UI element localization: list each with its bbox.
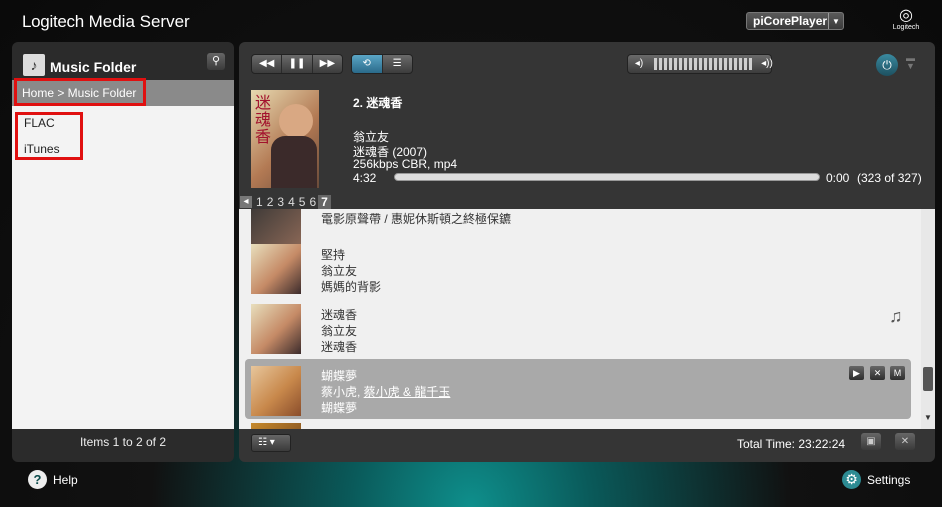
playlist-scrollbar[interactable]: ▼ (921, 209, 935, 429)
volume-down-icon[interactable]: ◂) (628, 55, 650, 73)
scroll-down-icon[interactable]: ▼ (924, 413, 932, 422)
shuffle-button[interactable]: ☰ (381, 55, 413, 73)
help-link[interactable]: ? Help (28, 470, 78, 489)
volume-bar[interactable] (650, 58, 756, 70)
view-mode-button[interactable]: ☷ ▾ (251, 434, 291, 452)
search-icon: ⚲ (211, 55, 221, 67)
table-row[interactable] (239, 421, 921, 429)
collapse-icon[interactable]: ▬ ▼ (906, 54, 915, 71)
table-row[interactable]: 堅持 翁立友 媽媽的背影 (239, 237, 921, 297)
page-2[interactable]: 2 (265, 195, 276, 209)
track-duration: 4:32 (353, 171, 377, 185)
fast-forward-button[interactable]: ▶▶ (311, 55, 342, 73)
clear-playlist-button[interactable]: ✕ (895, 433, 915, 450)
album-thumb (251, 366, 301, 416)
save-icon: ▣ (866, 436, 876, 447)
page-3[interactable]: 3 (275, 195, 286, 209)
panel-title: Music Folder (50, 59, 137, 75)
player-name: piCorePlayer (753, 14, 828, 28)
album-cover: 迷魂香 (251, 90, 319, 188)
logitech-logo: ◎ Logitech (886, 8, 926, 38)
elapsed-time: 0:00 (826, 171, 850, 185)
track-count: (323 of 327) (857, 171, 922, 185)
player-panel: ◀◀ ❚❚ ▶▶ ⟲ ☰ ◂) ◂)) ⏻ ▬ ▼ 迷魂香 2. 迷魂香 翁立友 … (239, 42, 935, 462)
total-time: Total Time: 23:22:24 (737, 437, 846, 451)
breadcrumb[interactable]: Home > Music Folder (12, 78, 234, 106)
track-title: 2. 迷魂香 (353, 96, 403, 110)
album-thumb (251, 244, 301, 294)
play-button[interactable]: ▶ (849, 366, 864, 380)
highlight-box (15, 112, 83, 160)
page-1[interactable]: 1 (254, 195, 265, 209)
power-icon: ⏻ (882, 58, 892, 72)
music-folder-icon: ♪ (23, 54, 45, 76)
item-count: Items 1 to 2 of 2 (79, 435, 167, 449)
pagination: ◂ 1 2 3 4 5 6 7 (239, 195, 331, 209)
volume-up-icon[interactable]: ◂)) (756, 55, 778, 73)
mode-controls: ⟲ ☰ (351, 54, 413, 74)
player-select[interactable]: piCorePlayer ▼ (746, 12, 844, 30)
remove-button[interactable]: ✕ (870, 366, 885, 380)
prev-page-icon[interactable]: ◂ (240, 196, 252, 208)
track-format: 256kbps CBR, mp4 (353, 157, 458, 171)
playlist-footer: ☷ ▾ Total Time: 23:22:24 ▣ ✕ (239, 429, 935, 462)
scrollbar-thumb[interactable] (923, 367, 933, 391)
page-current[interactable]: 7 (318, 195, 331, 209)
rewind-button[interactable]: ◀◀ (252, 55, 281, 73)
settings-link[interactable]: ⚙ Settings (842, 470, 910, 489)
table-row[interactable]: 迷魂香 翁立友 迷魂香 (239, 297, 921, 357)
page-6[interactable]: 6 (307, 195, 318, 209)
table-row[interactable]: 蝴蝶夢 蔡小虎, 蔡小虎 & 龍千玉 蝴蝶夢 ▶ ✕ M (239, 359, 921, 419)
more-button[interactable]: M (890, 366, 905, 380)
transport-controls: ◀◀ ❚❚ ▶▶ (251, 54, 343, 74)
folder-list: FLAC iTunes (12, 106, 234, 429)
repeat-button[interactable]: ⟲ (352, 55, 382, 73)
playlist: … 電影原聲帶 / 惠妮休斯頓之終極保鑣 堅持 翁立友 媽媽的背影 迷魂香 翁立… (239, 209, 921, 429)
power-button[interactable]: ⏻ (876, 54, 898, 76)
search-button[interactable]: ⚲ (207, 53, 225, 70)
gear-icon: ⚙ (842, 470, 861, 489)
save-playlist-button[interactable]: ▣ (861, 433, 881, 450)
help-icon: ? (28, 470, 47, 489)
volume-control[interactable]: ◂) ◂)) (627, 54, 773, 74)
album-thumb (251, 304, 301, 354)
progress-bar[interactable] (394, 173, 820, 181)
page-5[interactable]: 5 (297, 195, 308, 209)
logo-swirl-icon: ◎ (899, 7, 913, 24)
highlight-box (14, 78, 146, 106)
now-playing-icon: ♫ (889, 306, 903, 326)
page-4[interactable]: 4 (286, 195, 297, 209)
chevron-down-icon: ▼ (828, 13, 843, 29)
app-title: Logitech Media Server (22, 12, 190, 31)
pause-button[interactable]: ❚❚ (281, 55, 311, 73)
left-panel: ♪ Music Folder ⚲ Home > Music Folder FLA… (12, 42, 234, 462)
close-icon: ✕ (900, 436, 910, 447)
